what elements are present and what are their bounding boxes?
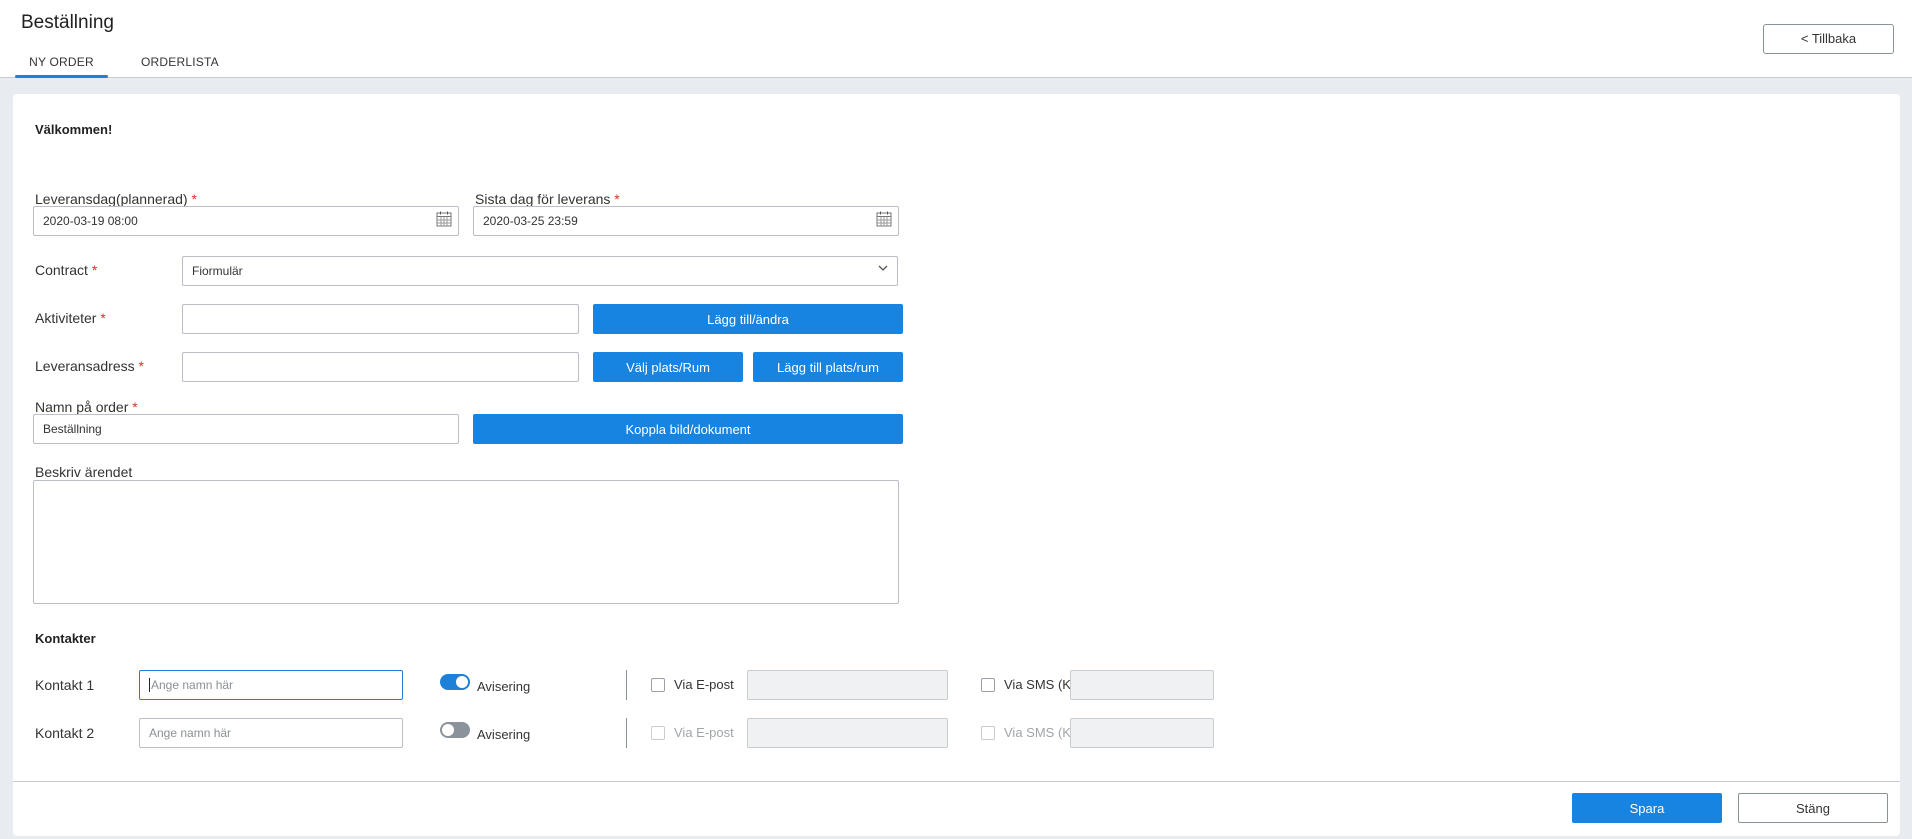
required-marker: * [614, 191, 620, 207]
required-marker: * [138, 358, 144, 374]
delivery-address-input[interactable] [182, 352, 579, 382]
planned-delivery-input[interactable]: 2020-03-19 08:00 [33, 206, 459, 236]
text-caret [149, 678, 150, 692]
last-delivery-label: Sista dag för leverans * [475, 191, 620, 207]
save-button[interactable]: Spara [1572, 793, 1722, 823]
footer-divider [13, 781, 1900, 782]
page-title: Beställning [21, 12, 114, 33]
delivery-address-label-text: Leveransadress [35, 358, 135, 374]
contact-2-email-input[interactable] [747, 718, 948, 748]
contract-value: Fiormulär [192, 264, 243, 278]
contact-2-sms-checkbox[interactable] [981, 726, 995, 740]
contact-1-label: Kontakt 1 [35, 677, 95, 693]
activities-input[interactable] [182, 304, 579, 334]
contract-label-text: Contract [35, 262, 88, 278]
description-textarea[interactable] [33, 480, 899, 604]
order-name-label-text: Namn på order [35, 399, 129, 415]
description-label: Beskriv ärendet [35, 464, 133, 480]
add-edit-activities-button[interactable]: Lägg till/ändra [593, 304, 903, 334]
order-name-input[interactable]: Beställning [33, 414, 459, 444]
toggle-knob [442, 724, 454, 736]
contact-1-email-label: Via E-post [674, 677, 734, 692]
required-marker: * [91, 262, 98, 278]
contacts-heading: Kontakter [35, 631, 96, 646]
order-form-card: Välkommen! Leveransdag(plannerad) * 2020… [13, 94, 1900, 836]
activities-label-text: Aktiviteter [35, 310, 97, 326]
contact-2-sms-input[interactable] [1070, 718, 1214, 748]
contact-1-email-input[interactable] [747, 670, 948, 700]
calendar-icon[interactable] [436, 211, 452, 227]
contact-2-email-checkbox[interactable] [651, 726, 665, 740]
planned-delivery-label: Leveransdag(plannerad) * [35, 191, 197, 207]
contact-2-notification-label: Avisering [477, 727, 531, 742]
top-bar: Beställning NY ORDER ORDERLISTA < Tillba… [0, 0, 1912, 78]
order-name-label: Namn på order * [35, 399, 138, 415]
planned-delivery-value: 2020-03-19 08:00 [43, 214, 138, 228]
order-name-value: Beställning [43, 422, 102, 436]
required-marker: * [100, 310, 106, 326]
contact-1-sms-label: Via SMS (K [1004, 677, 1071, 692]
divider [626, 670, 627, 700]
delivery-address-label: Leveransadress * [35, 358, 144, 374]
last-delivery-input[interactable]: 2020-03-25 23:59 [473, 206, 899, 236]
contact-2-placeholder: Ange namn här [149, 726, 232, 740]
contact-2-email-label: Via E-post [674, 725, 734, 740]
contact-2-notification-toggle[interactable] [440, 722, 470, 738]
required-marker: * [132, 399, 138, 415]
tab-orderlista[interactable]: ORDERLISTA [141, 55, 219, 69]
contact-1-email-checkbox[interactable] [651, 678, 665, 692]
back-button[interactable]: < Tillbaka [1763, 24, 1894, 54]
contact-1-name-input[interactable]: Ange namn här [139, 670, 403, 700]
calendar-icon[interactable] [876, 211, 892, 227]
last-delivery-label-text: Sista dag för leverans [475, 191, 611, 207]
contact-2-label: Kontakt 2 [35, 725, 95, 741]
welcome-heading: Välkommen! [35, 122, 113, 137]
contact-1-notification-toggle[interactable] [440, 674, 470, 690]
tab-ny-order[interactable]: NY ORDER [15, 55, 108, 78]
contact-1-sms-input[interactable] [1070, 670, 1214, 700]
contact-1-placeholder: Ange namn här [151, 678, 234, 692]
last-delivery-value: 2020-03-25 23:59 [483, 214, 578, 228]
contact-2-name-input[interactable]: Ange namn här [139, 718, 403, 748]
close-button[interactable]: Stäng [1738, 793, 1888, 823]
chevron-down-icon [878, 265, 888, 271]
divider [626, 718, 627, 748]
toggle-knob [456, 676, 468, 688]
activities-label: Aktiviteter * [35, 310, 106, 326]
contact-1-notification-label: Avisering [477, 679, 531, 694]
planned-delivery-label-text: Leveransdag(plannerad) [35, 191, 188, 207]
add-place-button[interactable]: Lägg till plats/rum [753, 352, 903, 382]
contract-select[interactable]: Fiormulär [182, 256, 898, 286]
contact-1-sms-checkbox[interactable] [981, 678, 995, 692]
attach-document-button[interactable]: Koppla bild/dokument [473, 414, 903, 444]
required-marker: * [191, 191, 197, 207]
select-place-button[interactable]: Välj plats/Rum [593, 352, 743, 382]
contact-2-sms-label: Via SMS (K [1004, 725, 1071, 740]
contract-label: Contract * [35, 262, 97, 278]
